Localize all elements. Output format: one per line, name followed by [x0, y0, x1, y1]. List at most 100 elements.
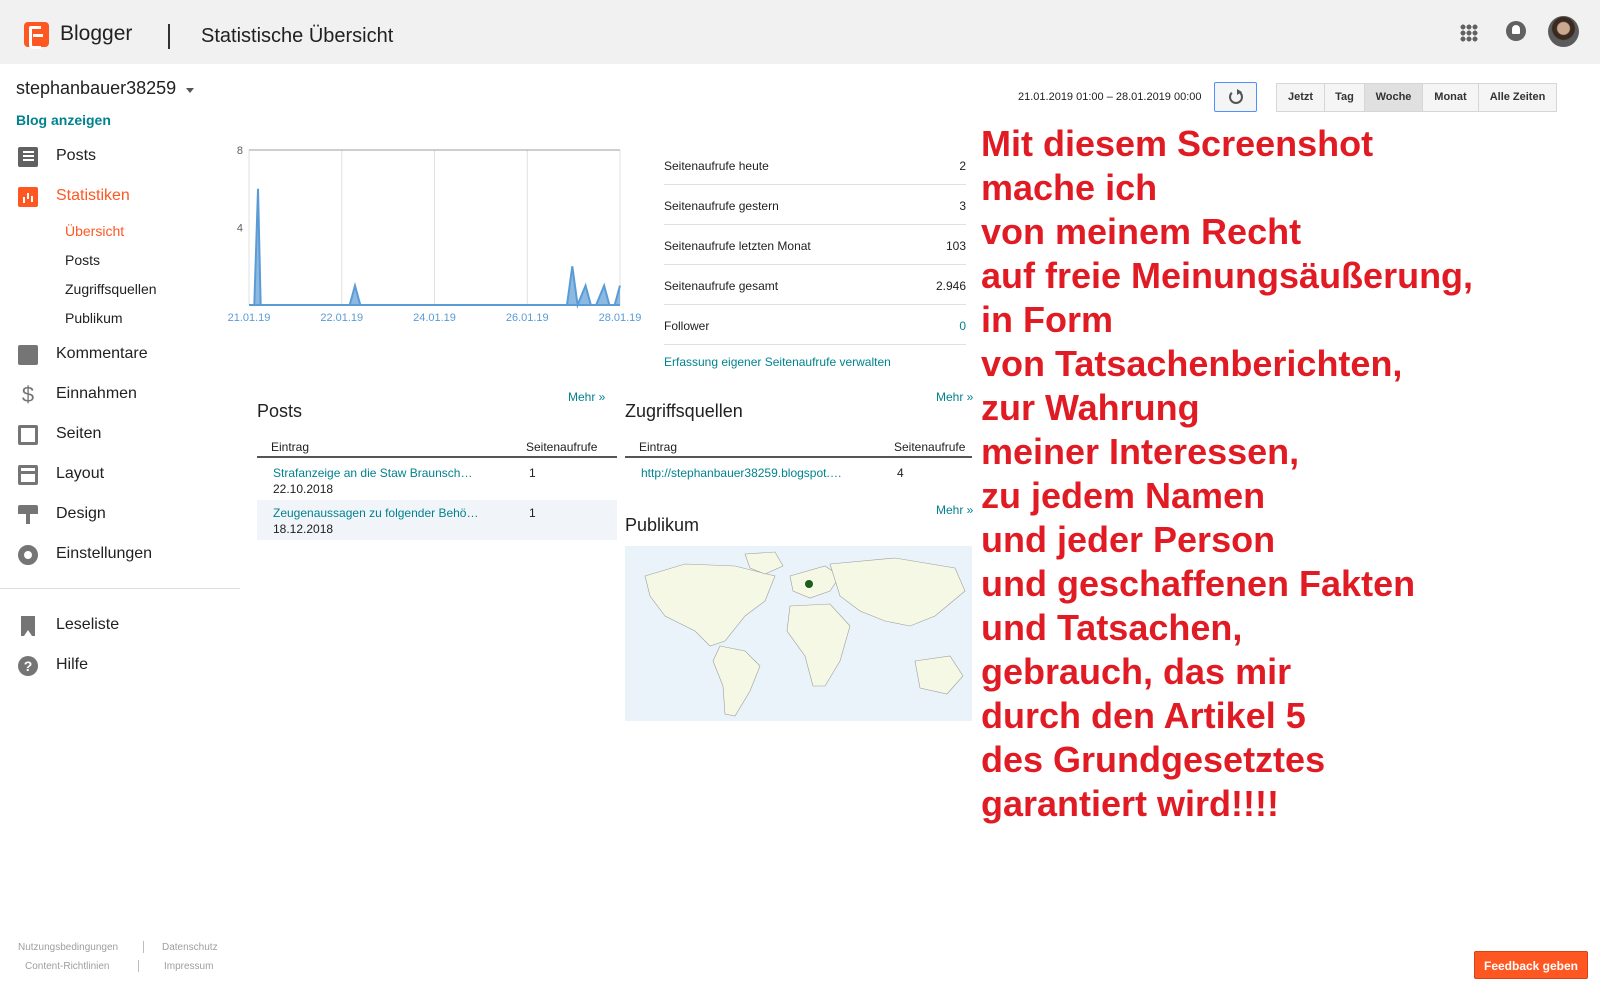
audience-card-title: Publikum [625, 515, 700, 535]
stat-row-last-month: Seitenaufrufe letzten Monat 103 [664, 225, 966, 265]
period-day-button[interactable]: Tag [1324, 83, 1365, 112]
sidebar-item-layout[interactable]: Layout [0, 457, 240, 493]
source-views: 4 [897, 466, 904, 480]
sidebar-item-label: Layout [56, 465, 105, 482]
period-week-button[interactable]: Woche [1364, 83, 1423, 112]
date-range-label: 21.01.2019 01:00 – 28.01.2019 00:00 [1018, 91, 1202, 103]
footer-privacy-link[interactable]: Datenschutz [162, 942, 218, 953]
dollar-icon: $ [21, 382, 35, 407]
notifications-icon[interactable] [1506, 21, 1526, 41]
overlay-line: durch den Artikel 5 [981, 695, 1306, 736]
stats-icon [18, 187, 38, 207]
overlay-line: gebrauch, das mir [981, 651, 1292, 692]
manage-own-pageviews-link[interactable]: Erfassung eigener Seitenaufrufe verwalte… [664, 355, 891, 369]
sidebar-item-label: Kommentare [56, 345, 148, 362]
blog-selector[interactable]: stephanbauer38259 [16, 78, 176, 99]
avatar[interactable] [1548, 16, 1579, 47]
table-row: Zeugenaussagen zu folgender Behö… 18.12.… [257, 500, 617, 540]
chart-x-tick-label: 26.01.19 [506, 312, 549, 324]
table-row: http://stephanbauer38259.blogspot.… 4 [625, 460, 972, 486]
sidebar-item-design[interactable]: Design [0, 497, 240, 533]
sidebar-item-einnahmen[interactable]: $ Einnahmen [0, 377, 240, 413]
refresh-button[interactable] [1214, 82, 1257, 112]
col-pageviews: Seitenaufrufe [894, 440, 966, 454]
stat-value: 2.946 [935, 279, 966, 293]
australia-shape [914, 655, 964, 695]
audience-more-link[interactable]: Mehr » [936, 503, 973, 517]
post-link[interactable]: Strafanzeige an die Staw Braunsch… [273, 466, 472, 480]
sidebar-item-hilfe[interactable]: ? Hilfe [0, 648, 240, 684]
sidebar-divider [0, 588, 240, 589]
overlay-line: und jeder Person [981, 519, 1276, 560]
sidebar-item-seiten[interactable]: Seiten [0, 417, 240, 453]
top-bar: Blogger Statistische Übersicht [0, 0, 1600, 64]
germany-marker [805, 580, 813, 588]
sidebar-item-posts[interactable]: Posts [0, 139, 240, 175]
overlay-line: des Grundgesetztes [981, 739, 1326, 780]
col-entry: Eintrag [639, 440, 678, 454]
posts-more-link[interactable]: Mehr » [568, 390, 605, 404]
sidebar-subitem-posts[interactable]: Posts [65, 252, 100, 268]
overlay-line: von Tatsachenberichten, [981, 343, 1403, 384]
pages-icon [18, 425, 38, 445]
footer-terms-link[interactable]: Nutzungsbedingungen [18, 942, 118, 953]
col-pageviews: Seitenaufrufe [526, 440, 598, 454]
posts-table-header: Eintrag Seitenaufrufe [257, 434, 617, 458]
sidebar-item-kommentare[interactable]: Kommentare [0, 337, 240, 373]
sources-more-link[interactable]: Mehr » [936, 390, 973, 404]
sidebar-item-einstellungen[interactable]: Einstellungen [0, 537, 240, 573]
footer-imprint-link[interactable]: Impressum [164, 961, 213, 972]
post-date: 22.10.2018 [273, 482, 334, 496]
chart-y-tick-label: 4 [237, 223, 243, 235]
sidebar-item-label: Posts [56, 147, 97, 164]
header-divider [168, 24, 170, 49]
table-row: Strafanzeige an die Staw Braunsch… 22.10… [257, 460, 617, 500]
stat-label: Seitenaufrufe heute [664, 159, 769, 173]
overlay-line: und Tatsachen, [981, 607, 1243, 648]
overlay-line: meiner Interessen, [981, 431, 1300, 472]
stat-value: 2 [959, 159, 966, 173]
chart-x-tick-label: 22.01.19 [320, 312, 363, 324]
caret-down-icon[interactable] [186, 88, 194, 93]
overlay-line: Mit diesem Screenshot [981, 123, 1374, 164]
period-now-button[interactable]: Jetzt [1276, 83, 1325, 112]
sidebar-subitem-zugriffsquellen[interactable]: Zugriffsquellen [65, 281, 157, 297]
stat-row-today: Seitenaufrufe heute 2 [664, 145, 966, 185]
source-link[interactable]: http://stephanbauer38259.blogspot.… [641, 466, 842, 480]
period-month-button[interactable]: Monat [1422, 83, 1479, 112]
stat-label: Follower [664, 319, 710, 333]
blogger-logo-icon[interactable] [24, 22, 49, 49]
sidebar-item-label: Seiten [56, 425, 102, 442]
paint-roller-icon [18, 505, 38, 524]
post-views: 1 [529, 506, 536, 520]
chart-x-tick-label: 24.01.19 [413, 312, 456, 324]
footer-content-policy-link[interactable]: Content-Richtlinien [25, 961, 110, 972]
overlay-line: mache ich [981, 167, 1158, 208]
feedback-button[interactable]: Feedback geben [1474, 951, 1588, 979]
brand-name[interactable]: Blogger [60, 22, 132, 46]
chart-x-tick-label: 28.01.19 [599, 312, 642, 324]
chart-y-tick-label: 8 [237, 145, 243, 157]
stat-label: Seitenaufrufe letzten Monat [664, 239, 811, 253]
page-title: Statistische Übersicht [201, 25, 394, 47]
overlay-statement: Mit diesem Screenshot mache ich von mein… [981, 122, 1591, 826]
comment-icon [18, 345, 38, 365]
period-all-time-button[interactable]: Alle Zeiten [1478, 83, 1557, 112]
stat-row-follower: Follower 0 [664, 305, 966, 345]
sidebar-item-leseliste[interactable]: Leseliste [0, 608, 240, 644]
sidebar-subitem-publikum[interactable]: Publikum [65, 310, 123, 326]
footer-divider [143, 941, 144, 953]
apps-grid-icon[interactable] [1460, 24, 1478, 42]
audience-world-map [625, 546, 972, 721]
sidebar-item-label: Einstellungen [56, 545, 153, 562]
sidebar-subitem-uebersicht[interactable]: Übersicht [65, 223, 124, 239]
stat-value: 3 [959, 199, 966, 213]
post-link[interactable]: Zeugenaussagen zu folgender Behö… [273, 506, 478, 520]
sidebar-item-statistiken[interactable]: Statistiken [0, 179, 240, 215]
north-america-shape [644, 563, 776, 647]
follower-count-link[interactable]: 0 [959, 319, 966, 333]
africa-shape [786, 603, 851, 687]
overlay-line: garantiert wird!!!! [981, 783, 1280, 824]
view-blog-link[interactable]: Blog anzeigen [16, 112, 111, 128]
sources-table-header: Eintrag Seitenaufrufe [625, 434, 972, 458]
